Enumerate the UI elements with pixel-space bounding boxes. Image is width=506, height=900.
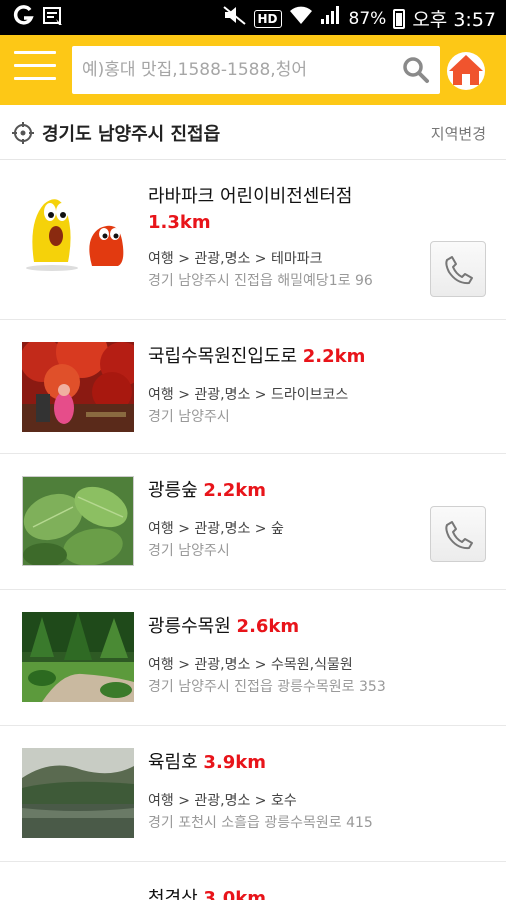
phone-icon [445, 521, 473, 550]
app-notification-icon [12, 5, 34, 34]
place-address: 경기 남양주시 진접읍 해밀예당1로 96 [148, 273, 373, 289]
battery-icon [393, 8, 406, 29]
green-leaves-thumbnail [22, 476, 134, 566]
place-title-line: 광릉수목원 2.6km [148, 612, 299, 638]
place-distance: 1.3km [148, 212, 211, 233]
search-box [72, 46, 440, 94]
place-title-line: 육림호 3.9km [148, 748, 266, 774]
place-address: 경기 남양주시 [148, 409, 230, 425]
current-location: 경기도 남양주시 진접읍 [42, 124, 221, 145]
clock: 오후 3:57 [412, 9, 496, 31]
place-name: 국립수목원진입도로 [148, 346, 298, 367]
status-bar: HD 87% 오후 3:57 [0, 0, 506, 35]
battery-percent: 87% [348, 8, 387, 29]
place-distance: 2.2km [203, 480, 267, 501]
place-category: 여행 > 관광,명소 > 테마파크 [148, 251, 323, 267]
place-address: 경기 남양주시 [148, 543, 230, 559]
larva-characters-thumbnail [22, 182, 134, 272]
list-item[interactable]: 천견산 3.0km [0, 862, 506, 900]
place-distance: 3.0km [203, 888, 267, 900]
app-header [0, 35, 506, 105]
home-icon[interactable] [446, 49, 486, 91]
place-name: 광릉수목원 [148, 616, 231, 637]
list-item[interactable]: 육림호 3.9km 여행 > 관광,명소 > 호수 경기 포천시 소흘읍 광릉수… [0, 726, 506, 862]
phone-icon [445, 256, 473, 285]
place-title-line: 천견산 3.0km [148, 884, 266, 900]
signal-icon [320, 5, 342, 32]
place-category: 여행 > 관광,명소 > 숲 [148, 521, 284, 537]
list-item[interactable]: 광릉숲 2.2km 여행 > 관광,명소 > 숲 경기 남양주시 [0, 454, 506, 590]
mute-icon [222, 5, 247, 32]
place-distance: 2.2km [302, 346, 366, 367]
place-category: 여행 > 관광,명소 > 수목원,식물원 [148, 657, 353, 673]
list-item[interactable]: 라바파크 어린이비전센터점 1.3km 여행 > 관광,명소 > 테마파크 경기… [0, 160, 506, 320]
hd-voice-icon: HD [253, 9, 282, 28]
place-address: 경기 남양주시 진접읍 광릉수목원로 353 [148, 679, 386, 695]
place-distance: 3.9km [203, 752, 267, 773]
lake-thumbnail [22, 748, 134, 838]
place-name: 육림호 [148, 752, 198, 773]
place-name: 라바파크 어린이비전센터점 [148, 186, 353, 207]
menu-icon[interactable] [14, 51, 56, 83]
list-item[interactable]: 국립수목원진입도로 2.2km 여행 > 관광,명소 > 드라이브코스 경기 남… [0, 320, 506, 454]
garden-trees-thumbnail [22, 612, 134, 702]
wifi-icon [289, 5, 313, 32]
call-button[interactable] [430, 506, 486, 562]
place-category: 여행 > 관광,명소 > 드라이브코스 [148, 387, 349, 403]
place-title-line: 국립수목원진입도로 2.2km [148, 342, 365, 368]
place-category: 여행 > 관광,명소 > 호수 [148, 793, 297, 809]
list-item[interactable]: 광릉수목원 2.6km 여행 > 관광,명소 > 수목원,식물원 경기 남양주시… [0, 590, 506, 726]
call-button[interactable] [430, 241, 486, 297]
crosshair-icon[interactable] [12, 122, 34, 144]
place-address: 경기 포천시 소흘읍 광릉수목원로 415 [148, 815, 373, 831]
search-icon[interactable] [402, 56, 430, 84]
autumn-forest-thumbnail [22, 342, 134, 432]
search-input[interactable] [72, 46, 372, 94]
place-title-line: 광릉숲 2.2km [148, 476, 266, 502]
place-list: 라바파크 어린이비전센터점 1.3km 여행 > 관광,명소 > 테마파크 경기… [0, 160, 506, 900]
change-region-button[interactable]: 지역변경 [431, 123, 486, 144]
place-name: 천견산 [148, 888, 198, 900]
place-distance: 2.6km [236, 616, 300, 637]
place-name: 광릉숲 [148, 480, 198, 501]
news-notification-icon [42, 5, 64, 34]
location-bar: 경기도 남양주시 진접읍 지역변경 [0, 105, 506, 160]
